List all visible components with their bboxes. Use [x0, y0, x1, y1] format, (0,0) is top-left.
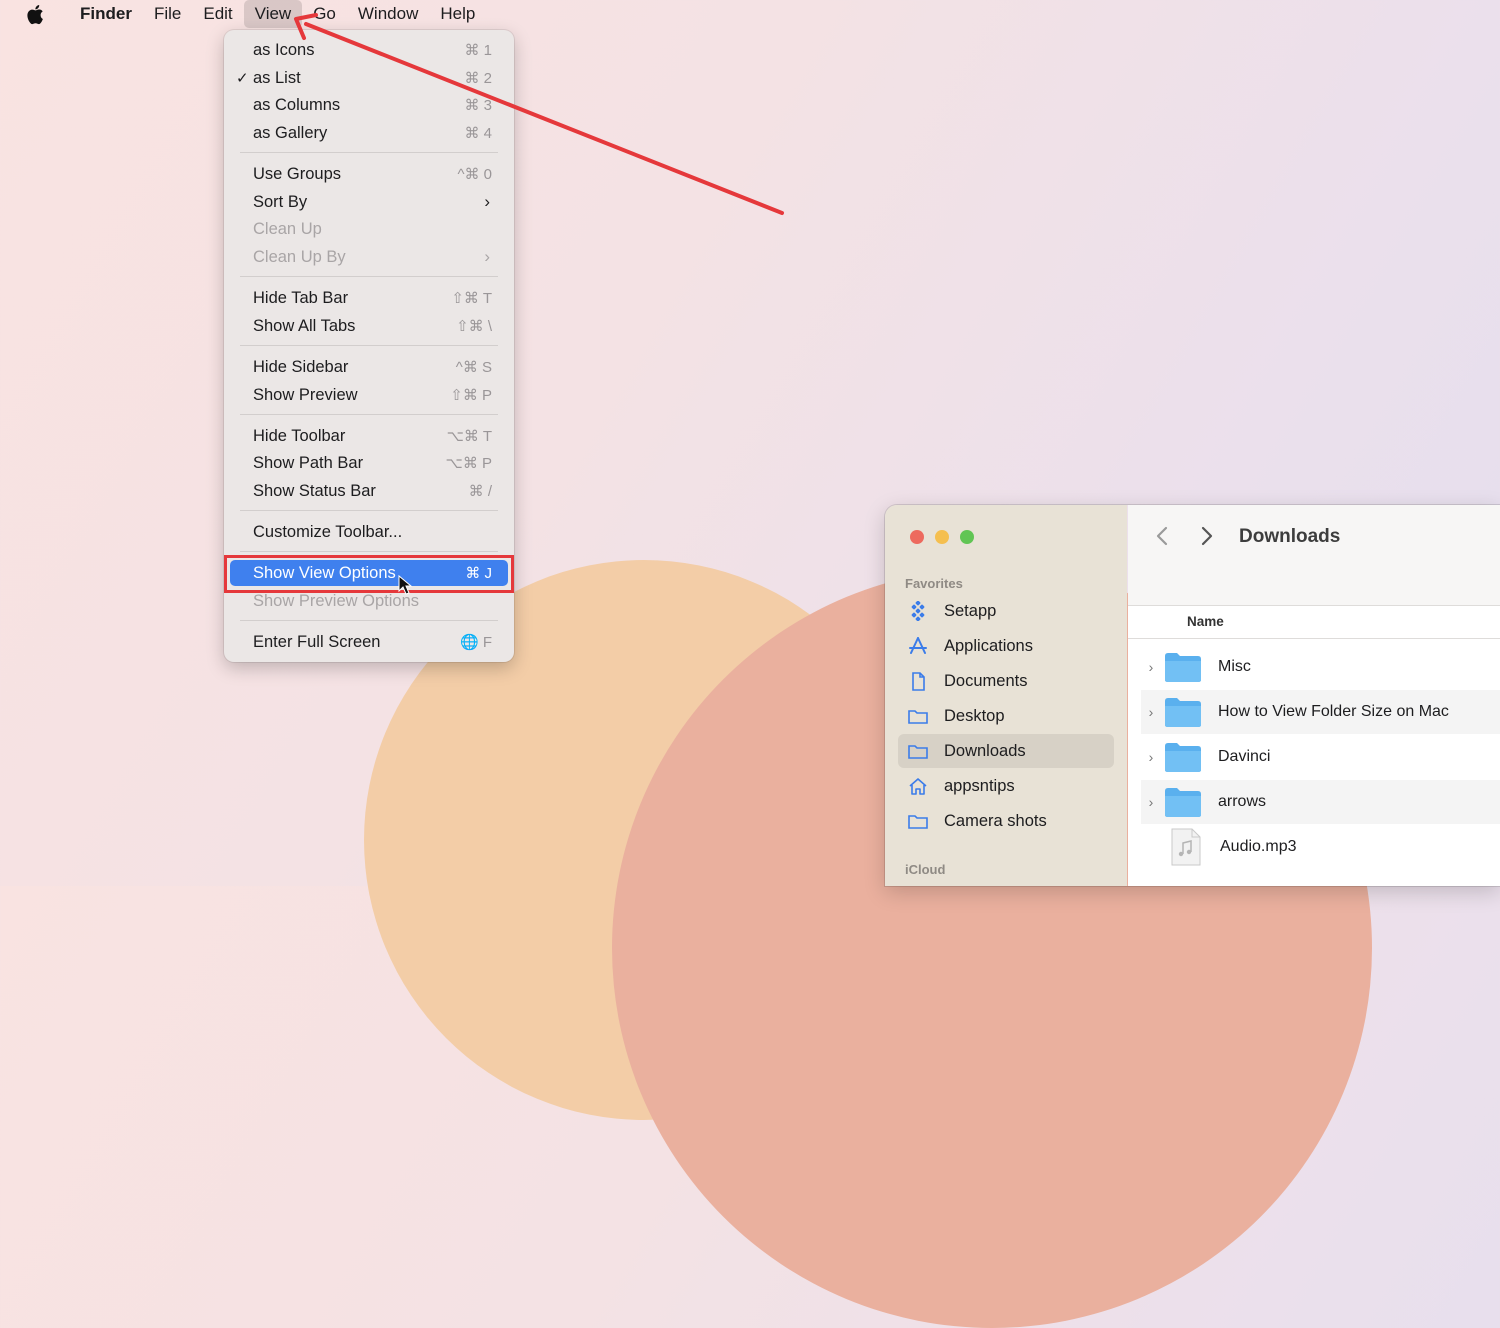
- file-row[interactable]: › arrows: [1141, 780, 1500, 824]
- folder-icon: [907, 740, 929, 762]
- chevron-left-icon: [1156, 526, 1168, 546]
- sidebar-item-label: Documents: [944, 671, 1028, 690]
- sidebar-item-desktop[interactable]: Desktop: [898, 699, 1114, 733]
- chevron-right-icon: [1201, 526, 1213, 546]
- file-row[interactable]: › How to View Folder Size on Mac: [1141, 690, 1500, 734]
- sidebar-item-camera-shots[interactable]: Camera shots: [898, 804, 1114, 838]
- file-name: How to View Folder Size on Mac: [1218, 703, 1449, 720]
- close-button[interactable]: [910, 530, 924, 544]
- sidebar-item-label: Setapp: [944, 601, 997, 620]
- sidebar-item-label: Applications: [944, 636, 1033, 655]
- document-icon: [907, 670, 929, 692]
- sidebar-item-documents[interactable]: Documents: [898, 664, 1114, 698]
- disclosure-triangle-icon[interactable]: ›: [1141, 659, 1161, 675]
- file-name: arrows: [1218, 793, 1267, 810]
- disclosure-triangle-icon[interactable]: ›: [1141, 794, 1161, 810]
- folder-icon: [1165, 698, 1201, 727]
- sidebar-item-label: appsntips: [944, 776, 1015, 795]
- folder-icon: [907, 705, 929, 727]
- file-name: Misc: [1218, 658, 1251, 675]
- file-name: Audio.mp3: [1220, 838, 1297, 855]
- minimize-button[interactable]: [935, 530, 949, 544]
- file-row[interactable]: Audio.mp3: [1141, 825, 1500, 869]
- sidebar-section-favorites: Favorites: [905, 576, 963, 591]
- finder-window: Favorites Setapp Applications Documents …: [885, 505, 1500, 886]
- forward-button[interactable]: [1200, 525, 1214, 553]
- sidebar-item-label: Camera shots: [944, 811, 1047, 830]
- mouse-cursor-icon: [398, 574, 413, 595]
- column-header-name[interactable]: Name: [1128, 606, 1500, 639]
- finder-content: Downloads Name › Misc › How to View Fold…: [1128, 505, 1500, 886]
- back-button[interactable]: [1155, 525, 1169, 553]
- folder-icon: [1165, 788, 1201, 817]
- audio-file-icon: [1168, 827, 1204, 867]
- zoom-button[interactable]: [960, 530, 974, 544]
- sidebar-item-label: Downloads: [944, 741, 1026, 760]
- file-row[interactable]: › Davinci: [1141, 735, 1500, 779]
- home-icon: [907, 775, 929, 797]
- disclosure-triangle-icon[interactable]: ›: [1141, 749, 1161, 765]
- file-name: Davinci: [1218, 748, 1271, 765]
- applications-icon: [907, 635, 929, 657]
- sidebar-item-downloads[interactable]: Downloads: [898, 734, 1114, 768]
- sidebar-item-appsntips[interactable]: appsntips: [898, 769, 1114, 803]
- disclosure-triangle-icon[interactable]: ›: [1141, 704, 1161, 720]
- folder-icon: [907, 810, 929, 832]
- sidebar-item-setapp[interactable]: Setapp: [898, 594, 1114, 628]
- sidebar-section-icloud: iCloud: [905, 862, 946, 877]
- setapp-icon: [907, 600, 929, 622]
- sidebar-item-label: Desktop: [944, 706, 1005, 725]
- file-row[interactable]: › Misc: [1141, 645, 1500, 689]
- folder-icon: [1165, 653, 1201, 682]
- sidebar-item-applications[interactable]: Applications: [898, 629, 1114, 663]
- finder-sidebar: Favorites Setapp Applications Documents …: [885, 505, 1127, 886]
- finder-toolbar: Downloads: [1128, 505, 1500, 606]
- folder-icon: [1165, 743, 1201, 772]
- window-title: Downloads: [1239, 526, 1341, 547]
